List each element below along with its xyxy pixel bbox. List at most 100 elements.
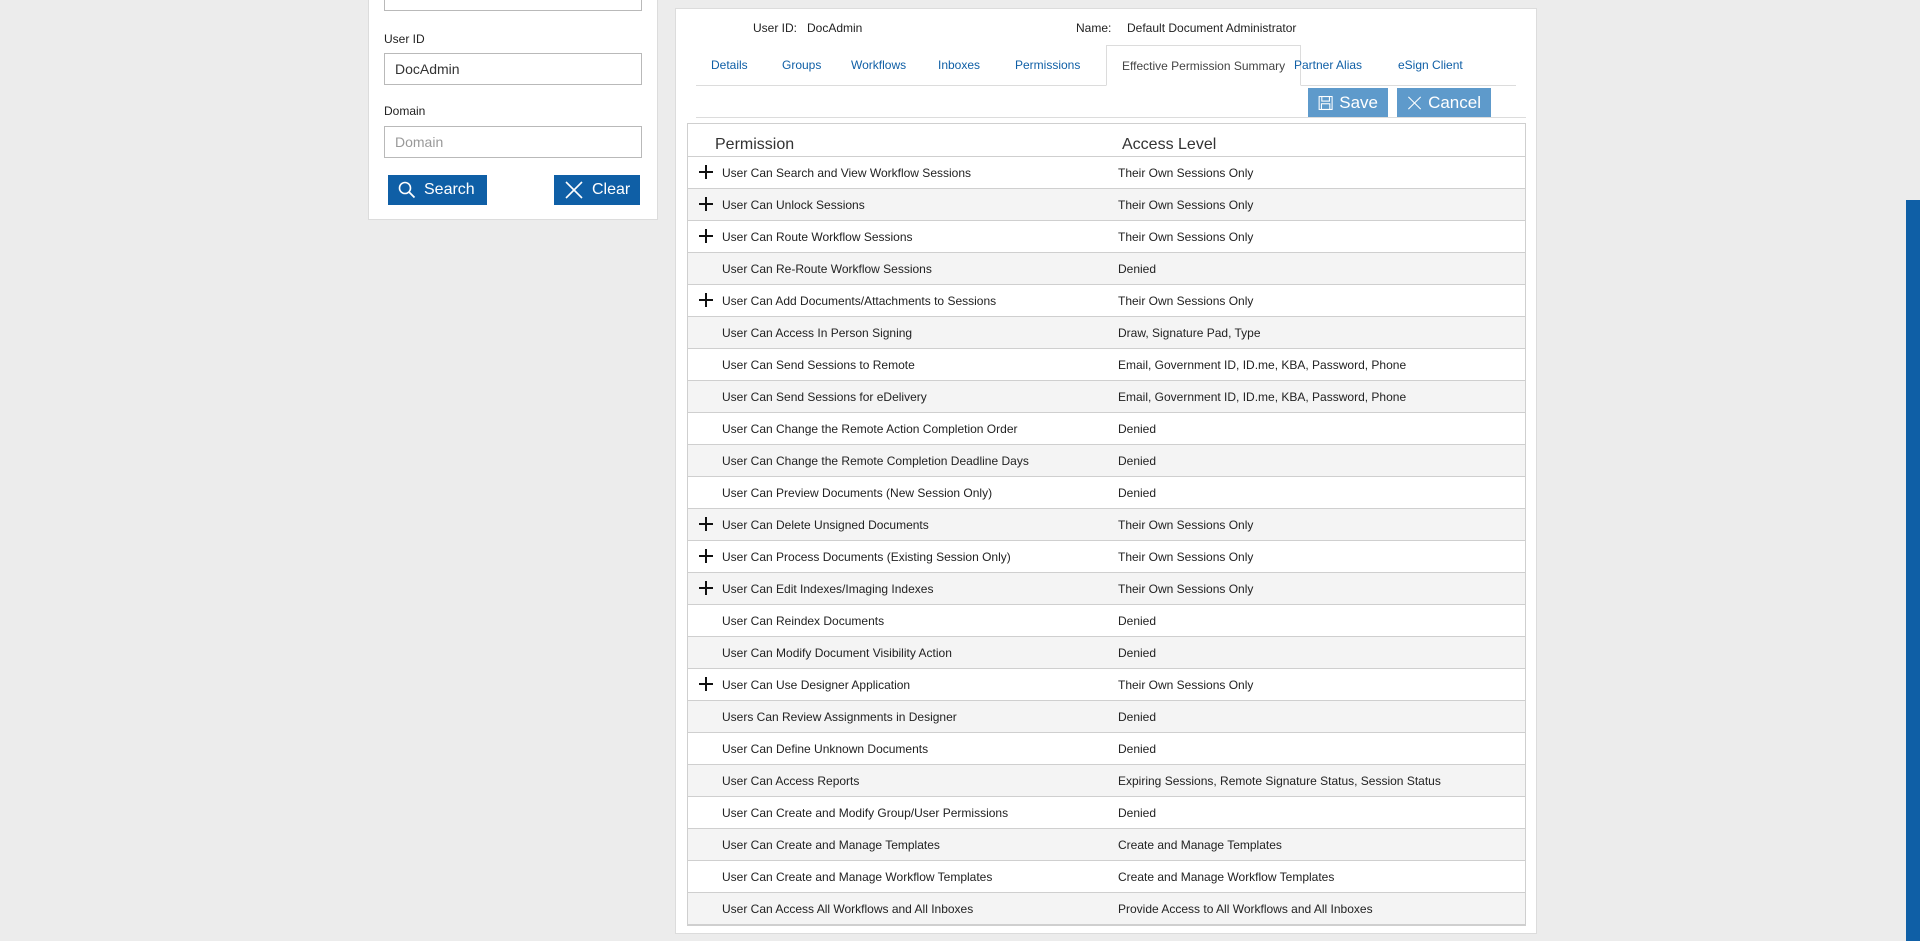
table-row[interactable]: User Can Search and View Workflow Sessio…	[688, 157, 1525, 189]
table-row: User Can Create and Manage Workflow Temp…	[688, 861, 1525, 893]
permission-cell: User Can Process Documents (Existing Ses…	[722, 550, 1011, 564]
table-header: Permission Access Level	[688, 124, 1525, 157]
table-row: User Can Reindex Documents Denied	[688, 605, 1525, 637]
access-level-cell: Denied	[1118, 742, 1157, 756]
table-row: User Can Send Sessions for eDelivery Emai…	[688, 381, 1525, 413]
table-row[interactable]: User Can Add Documents/Attachments to Se…	[688, 285, 1525, 317]
tab-details[interactable]: Details	[696, 45, 763, 85]
access-level-cell: Provide Access to All Workflows and All …	[1118, 902, 1373, 916]
search-panel: User ID Domain Search Clear	[368, 0, 658, 220]
domain-field[interactable]	[384, 126, 642, 158]
permission-cell: User Can Route Workflow Sessions	[722, 230, 913, 244]
access-level-cell: Create and Manage Templates	[1118, 838, 1282, 852]
expand-plus-icon[interactable]	[699, 549, 713, 563]
access-level-cell: Denied	[1118, 710, 1157, 724]
permission-cell: User Can Add Documents/Attachments to Se…	[722, 294, 997, 308]
userid-field[interactable]	[384, 53, 642, 85]
access-level-column-header: Access Level	[1122, 136, 1217, 153]
table-row: User Can Access All Workflows and All In…	[688, 893, 1525, 925]
search-button[interactable]: Search	[388, 175, 487, 205]
table-row[interactable]: User Can Edit Indexes/Imaging Indexes The…	[688, 573, 1525, 605]
access-level-cell: Create and Manage Workflow Templates	[1118, 870, 1335, 884]
cancel-button[interactable]: Cancel	[1397, 88, 1491, 118]
access-level-cell: Their Own Sessions Only	[1118, 198, 1254, 212]
tab-esign-client[interactable]: eSign Client	[1383, 45, 1478, 85]
permission-cell: User Can Access All Workflows and All In…	[722, 902, 974, 916]
close-icon	[565, 181, 583, 199]
cancel-button-label: Cancel	[1428, 93, 1481, 112]
userid-info-value: DocAdmin	[807, 21, 863, 35]
permission-cell: User Can Preview Documents (New Session …	[722, 486, 993, 500]
search-icon	[398, 181, 416, 199]
table-row[interactable]: User Can Use Designer Application Their O…	[688, 669, 1525, 701]
expand-plus-icon[interactable]	[699, 677, 713, 691]
name-info-label: Name:	[1076, 21, 1112, 35]
permission-cell: User Can Use Designer Application	[722, 678, 911, 692]
access-level-cell: Their Own Sessions Only	[1118, 518, 1254, 532]
table-row[interactable]: User Can Delete Unsigned Documents Their …	[688, 509, 1525, 541]
name-field[interactable]	[384, 0, 642, 11]
tab-workflows[interactable]: Workflows	[836, 45, 921, 85]
permission-cell: User Can Delete Unsigned Documents	[722, 518, 929, 532]
expand-plus-icon[interactable]	[699, 581, 713, 595]
permission-cell: User Can Re-Route Workflow Sessions	[722, 262, 932, 276]
table-row[interactable]: User Can Unlock Sessions Their Own Sessio…	[688, 189, 1525, 221]
permission-cell: User Can Access In Person Signing	[722, 326, 913, 340]
table-row[interactable]: User Can Process Documents (Existing Ses…	[688, 541, 1525, 573]
tab-partner-alias[interactable]: Partner Alias	[1279, 45, 1377, 85]
table-row[interactable]: User Can Route Workflow Sessions Their Ow…	[688, 221, 1525, 253]
clear-button-label: Clear	[592, 181, 631, 198]
permission-cell: User Can Create and Manage Templates	[722, 838, 940, 852]
permission-cell: User Can Create and Manage Workflow Temp…	[722, 870, 993, 884]
access-level-cell: Their Own Sessions Only	[1118, 294, 1254, 308]
user-info-bar: User ID: DocAdmin Name: Default Document…	[676, 17, 1536, 37]
name-info-value: Default Document Administrator	[1127, 21, 1297, 35]
save-icon	[1318, 95, 1333, 111]
tab-effective-permission-summary[interactable]: Effective Permission Summary	[1106, 45, 1302, 86]
expand-plus-icon[interactable]	[699, 165, 713, 179]
access-level-cell: Denied	[1118, 262, 1157, 276]
expand-plus-icon[interactable]	[699, 229, 713, 243]
expand-plus-icon[interactable]	[699, 293, 713, 307]
table-row: User Can Change the Remote Action Comple…	[688, 413, 1525, 445]
permission-cell: User Can Change the Remote Completion De…	[722, 454, 1029, 468]
table-row: Users Can Review Assignments in Designer…	[688, 701, 1525, 733]
save-button[interactable]: Save	[1308, 88, 1388, 118]
access-level-cell: Denied	[1118, 486, 1157, 500]
tab-groups[interactable]: Groups	[767, 45, 836, 85]
permission-cell: User Can Search and View Workflow Sessio…	[722, 166, 971, 180]
access-level-cell: Email, Government ID, ID.me, KBA, Passwo…	[1118, 358, 1407, 372]
permission-cell: Users Can Review Assignments in Designer	[722, 710, 957, 724]
tab-inboxes[interactable]: Inboxes	[923, 45, 995, 85]
permission-column-header: Permission	[715, 136, 795, 153]
scrollbar[interactable]	[1906, 200, 1920, 941]
permission-cell: User Can Edit Indexes/Imaging Indexes	[722, 582, 934, 596]
search-button-label: Search	[424, 181, 475, 198]
access-level-cell: Denied	[1118, 422, 1157, 436]
table-row: User Can Create and Manage Templates Crea…	[688, 829, 1525, 861]
access-level-cell: Draw, Signature Pad, Type	[1118, 326, 1261, 340]
table-row: User Can Change the Remote Completion De…	[688, 445, 1525, 477]
permission-cell: User Can Change the Remote Action Comple…	[722, 422, 1018, 436]
permission-cell: User Can Unlock Sessions	[722, 198, 865, 212]
clear-button[interactable]: Clear	[554, 175, 640, 205]
access-level-cell: Their Own Sessions Only	[1118, 678, 1254, 692]
table-row: User Can Send Sessions to Remote Email, G…	[688, 349, 1525, 381]
access-level-cell: Their Own Sessions Only	[1118, 550, 1254, 564]
expand-plus-icon[interactable]	[699, 517, 713, 531]
table-row: User Can Re-Route Workflow Sessions Denie…	[688, 253, 1525, 285]
close-icon	[1408, 96, 1422, 110]
tab-permissions[interactable]: Permissions	[1000, 45, 1095, 85]
access-level-cell: Their Own Sessions Only	[1118, 166, 1254, 180]
user-detail-panel: User ID: DocAdmin Name: Default Document…	[675, 8, 1537, 934]
table-row: User Can Access In Person Signing Draw, S…	[688, 317, 1525, 349]
table-row: User Can Access Reports Expiring Sessions…	[688, 765, 1525, 797]
table-row: User Can Preview Documents (New Session …	[688, 477, 1525, 509]
divider	[696, 117, 1526, 118]
access-level-cell: Email, Government ID, ID.me, KBA, Passwo…	[1118, 390, 1407, 404]
table-body: User Can Search and View Workflow Sessio…	[688, 157, 1525, 925]
table-row: User Can Create and Modify Group/User Pe…	[688, 797, 1525, 829]
permission-cell: User Can Define Unknown Documents	[722, 742, 929, 756]
permission-cell: User Can Modify Document Visibility Acti…	[722, 646, 952, 660]
expand-plus-icon[interactable]	[699, 197, 713, 211]
